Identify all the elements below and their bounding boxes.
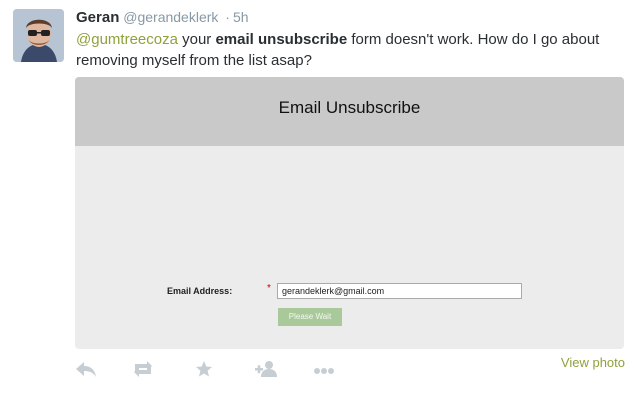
user-fullname[interactable]: Geran bbox=[76, 9, 119, 26]
follow-icon[interactable] bbox=[255, 360, 279, 383]
mention-link[interactable]: @gumtreecoza bbox=[76, 31, 178, 48]
tweet-text-bold: email unsubscribe bbox=[215, 31, 348, 48]
photo-title: Email Unsubscribe bbox=[278, 98, 421, 117]
attached-photo[interactable]: Email Unsubscribe Email Address: * geran… bbox=[75, 77, 624, 349]
email-field: gerandeklerk@gmail.com bbox=[277, 283, 522, 299]
email-label: Email Address: bbox=[167, 286, 233, 296]
please-wait-button: Please Wait bbox=[278, 308, 342, 326]
required-marker: * bbox=[267, 283, 271, 294]
tweet-timestamp[interactable]: 5h bbox=[233, 9, 249, 25]
user-handle[interactable]: @gerandeklerk bbox=[123, 9, 218, 25]
more-icon[interactable] bbox=[313, 360, 335, 383]
photo-header-band: Email Unsubscribe bbox=[75, 77, 624, 146]
tweet-header: Geran @gerandeklerk · 5h bbox=[76, 9, 249, 26]
reply-icon[interactable] bbox=[75, 360, 97, 383]
retweet-icon[interactable] bbox=[131, 360, 155, 383]
avatar[interactable] bbox=[13, 9, 64, 62]
tweet-text: @gumtreecoza your email unsubscribe form… bbox=[76, 29, 626, 71]
favorite-icon[interactable] bbox=[195, 360, 213, 383]
tweet-text-part: your bbox=[177, 31, 216, 48]
view-photo-link[interactable]: View photo bbox=[561, 355, 625, 370]
avatar-portrait bbox=[13, 9, 64, 62]
time-separator: · bbox=[225, 9, 230, 25]
